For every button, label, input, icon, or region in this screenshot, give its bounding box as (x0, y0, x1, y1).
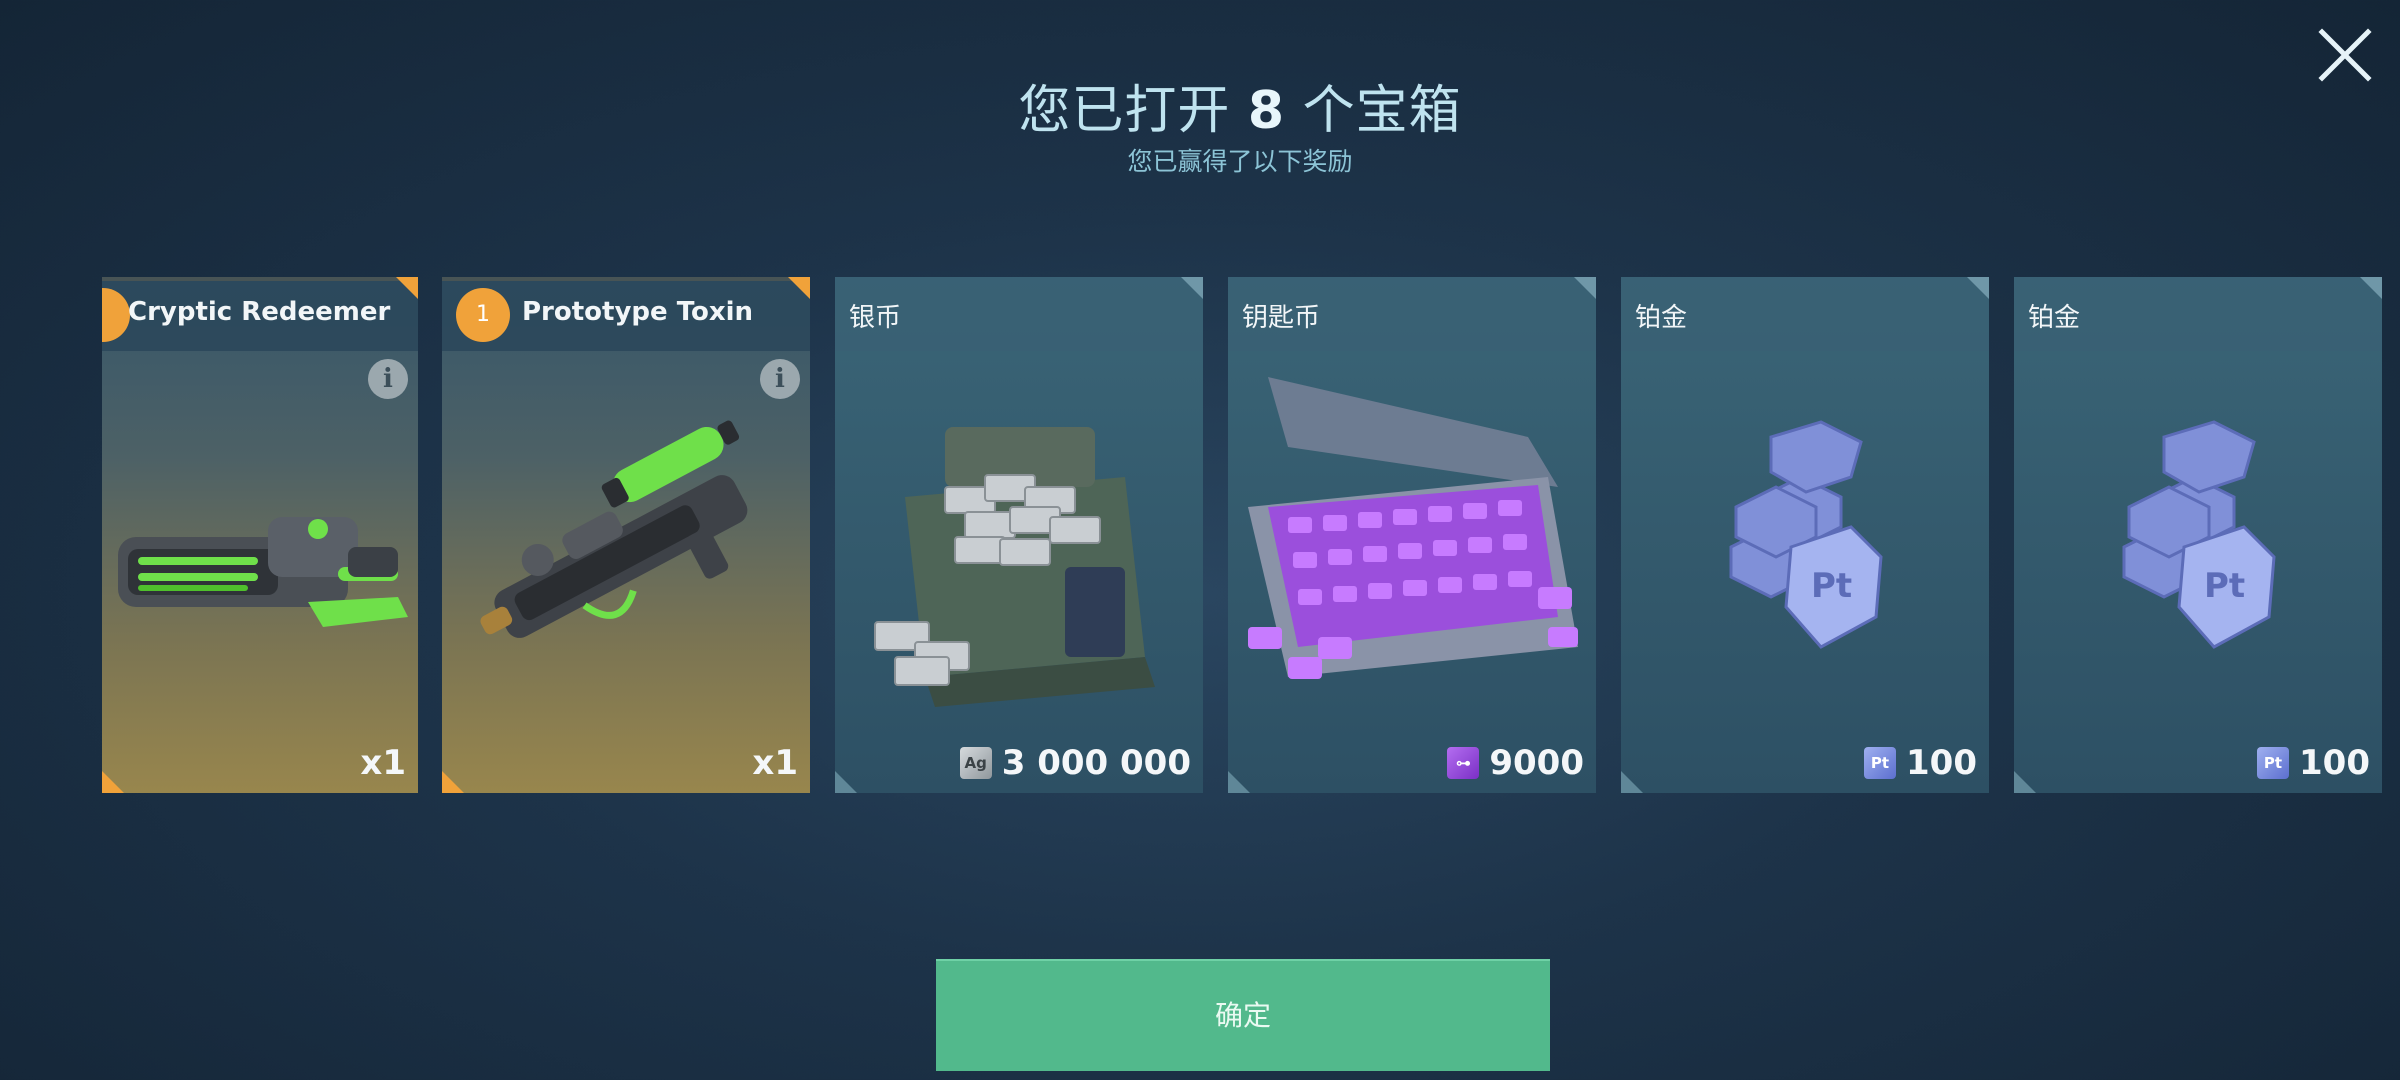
reward-amount: Pt 100 (1864, 743, 1977, 783)
reward-amount: ⊶ 9000 (1447, 743, 1584, 783)
corner-accent (1621, 771, 1643, 793)
corner-accent (1228, 771, 1250, 793)
corner-accent (1967, 277, 1989, 299)
reward-name: 银币 (849, 303, 902, 333)
platinum-pt-icon: Pt (2257, 747, 2290, 779)
corner-accent (442, 771, 464, 793)
dialog-title: 您已打开 8 个宝箱 (0, 78, 2400, 144)
title-suffix: 个宝箱 (1302, 81, 1462, 141)
svg-text:Pt: Pt (2204, 566, 2245, 606)
reward-name: Prototype Toxin (522, 297, 754, 327)
reward-card-cryptic-redeemer[interactable]: Cryptic Redeemer i x1 (102, 277, 418, 793)
reward-name: Cryptic Redeemer (128, 297, 391, 327)
corner-accent (1574, 277, 1596, 299)
reward-amount: x1 (752, 743, 798, 783)
reward-card-silver[interactable]: 银币 Ag 3 000 000 (835, 277, 1203, 793)
key-token-icon: ⊶ (1447, 747, 1480, 779)
close-button[interactable] (2316, 26, 2374, 84)
platinum-image: Pt (1621, 357, 1989, 717)
reward-name: 钥匙币 (1242, 303, 1321, 333)
key-chest-image (1228, 357, 1596, 717)
corner-accent (1181, 277, 1203, 299)
weapon-image (442, 357, 810, 717)
svg-text:Pt: Pt (1811, 566, 1852, 606)
platinum-image: Pt (2014, 357, 2382, 717)
corner-accent (2360, 277, 2382, 299)
dialog-header: 您已打开 8 个宝箱 您已赢得了以下奖励 (0, 78, 2400, 180)
reward-card-prototype-toxin[interactable]: 1 Prototype Toxin i x1 (442, 277, 810, 793)
dialog-subtitle: 您已赢得了以下奖励 (1127, 147, 1353, 176)
reward-amount: x1 (360, 743, 406, 783)
reward-amount: Pt 100 (2257, 743, 2370, 783)
corner-accent (835, 771, 857, 793)
corner-accent (396, 277, 418, 299)
weapon-image (102, 357, 418, 717)
reward-list: Cryptic Redeemer i x1 1 Prototype Toxin … (0, 277, 2400, 793)
corner-accent (788, 277, 810, 299)
amount-value: 100 (2299, 743, 2370, 783)
reward-name: 铂金 (2028, 303, 2081, 333)
close-icon (2318, 28, 2372, 82)
corner-accent (102, 771, 124, 793)
reward-card-platinum[interactable]: 铂金 Pt Pt 100 (1621, 277, 1989, 793)
chest-count: 8 (1247, 81, 1286, 141)
amount-value: 3 000 000 (1001, 743, 1191, 783)
level-badge: 1 (456, 288, 510, 342)
reward-card-key-tokens[interactable]: 钥匙币 ⊶ 9000 (1228, 277, 1596, 793)
title-prefix: 您已打开 (1018, 81, 1231, 141)
amount-value: 9000 (1489, 743, 1584, 783)
silver-chest-image (835, 357, 1203, 717)
platinum-pt-icon: Pt (1864, 747, 1897, 779)
silver-ag-icon: Ag (959, 747, 992, 779)
reward-name: 铂金 (1635, 303, 1688, 333)
reward-card-platinum[interactable]: 铂金 Pt Pt 100 (2014, 277, 2382, 793)
confirm-button[interactable]: 确定 (936, 959, 1550, 1071)
corner-accent (2014, 771, 2036, 793)
reward-amount: Ag 3 000 000 (959, 743, 1191, 783)
amount-value: 100 (1906, 743, 1977, 783)
